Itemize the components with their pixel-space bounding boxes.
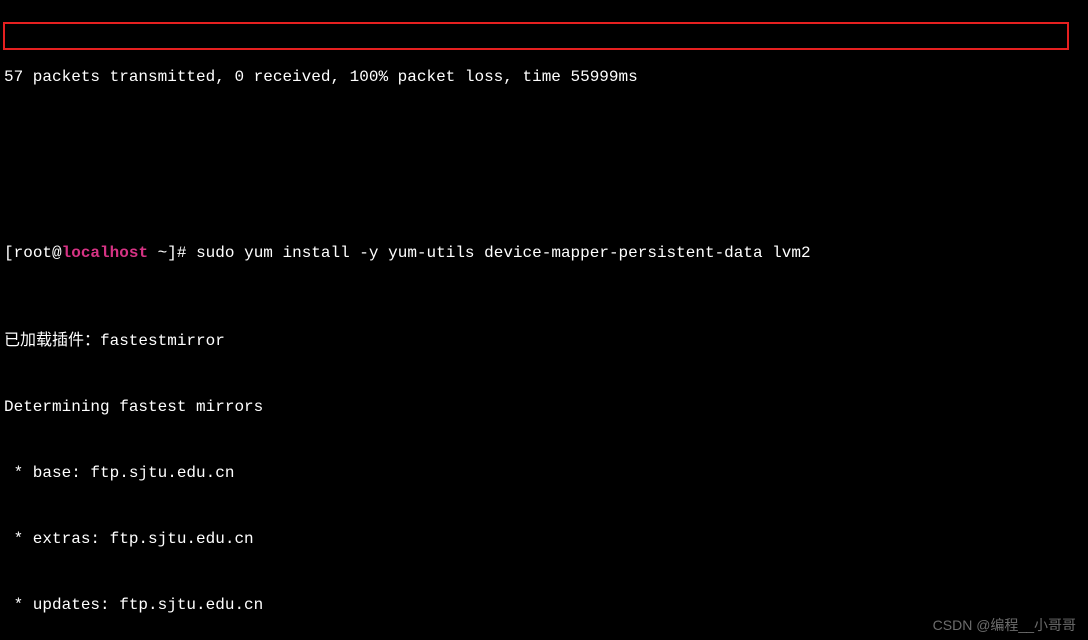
prompt-user: root xyxy=(14,244,52,262)
command-highlight-box xyxy=(3,22,1069,50)
terminal-output[interactable]: 57 packets transmitted, 0 received, 100%… xyxy=(0,0,1088,640)
prompt-cwd: ~ xyxy=(158,244,168,262)
output-line: * base: ftp.sjtu.edu.cn xyxy=(0,462,1088,484)
blank-line xyxy=(0,154,1088,176)
prompt-host: localhost xyxy=(62,244,148,262)
watermark-text: CSDN @编程__小哥哥 xyxy=(933,614,1076,636)
output-line: * extras: ftp.sjtu.edu.cn xyxy=(0,528,1088,550)
shell-prompt-line[interactable]: [root@localhost ~]# sudo yum install -y … xyxy=(0,242,1088,264)
ping-summary-line: 57 packets transmitted, 0 received, 100%… xyxy=(0,66,1088,88)
output-line: Determining fastest mirrors xyxy=(0,396,1088,418)
output-line: 已加载插件：fastestmirror xyxy=(0,330,1088,352)
command-text: sudo yum install -y yum-utils device-map… xyxy=(196,244,811,262)
prompt-suffix: ]# xyxy=(167,244,196,262)
output-line: * updates: ftp.sjtu.edu.cn xyxy=(0,594,1088,616)
